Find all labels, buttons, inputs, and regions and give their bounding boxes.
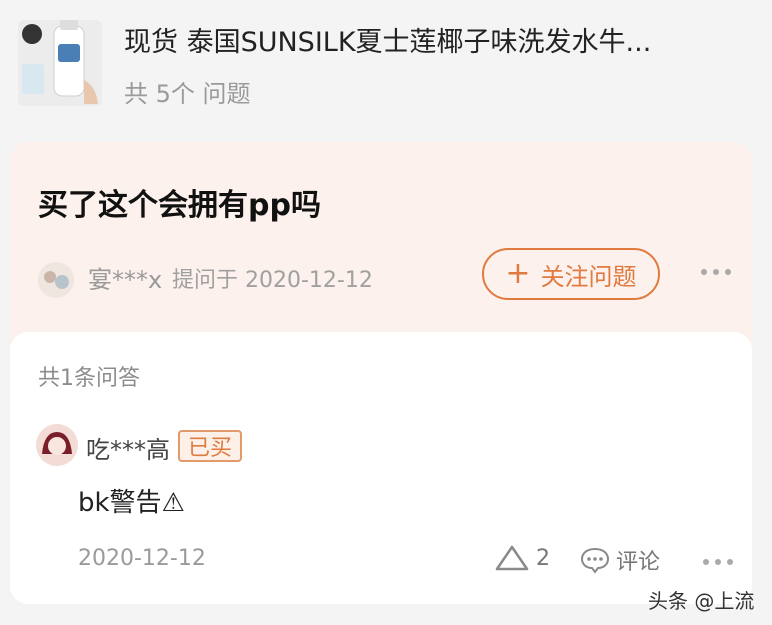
comment-bubble-icon — [580, 547, 610, 574]
product-thumbnail[interactable] — [18, 20, 102, 106]
product-header[interactable]: 现货 泰国SUNSILK夏士莲椰子味洗发水牛... 共 5个 问题 — [0, 0, 772, 140]
answerer-name[interactable]: 吃***高 — [86, 430, 170, 465]
follow-question-button[interactable]: + 关注问题 — [482, 248, 660, 300]
question-card: 买了这个会拥有pp吗 宴***x 提问于 2020-12-12 + 关注问题 — [10, 142, 752, 362]
like-count: 2 — [536, 545, 550, 571]
more-dots-icon[interactable] — [698, 262, 734, 282]
answer-count: 共1条问答 — [38, 366, 140, 391]
plus-icon: + — [505, 256, 531, 291]
product-thumbnail-icon — [18, 20, 102, 106]
answers-card: 共1条问答 吃***高 已买 bk警告⚠ 2020-12-12 2 评论 — [10, 332, 752, 604]
follow-label: 关注问题 — [540, 262, 637, 291]
asked-date: 提问于 2020-12-12 — [172, 268, 373, 293]
comment-label: 评论 — [616, 550, 661, 575]
question-count: 共 5个 问题 — [124, 80, 251, 108]
like-button[interactable]: 2 — [494, 544, 550, 572]
watermark-text: 头条 @上流 — [648, 589, 755, 613]
answerer-avatar[interactable] — [36, 424, 78, 466]
product-title[interactable]: 现货 泰国SUNSILK夏士莲椰子味洗发水牛... — [124, 20, 754, 59]
answer-content: bk警告⚠ — [78, 488, 185, 518]
asker-name[interactable]: 宴***x — [88, 260, 162, 295]
comment-button[interactable]: 评论 — [580, 544, 660, 576]
question-title: 买了这个会拥有pp吗 — [38, 188, 321, 223]
purchased-badge: 已买 — [178, 430, 243, 462]
more-dots-icon[interactable] — [700, 552, 736, 572]
asker-avatar[interactable] — [38, 262, 74, 298]
answer-date: 2020-12-12 — [78, 546, 206, 571]
triangle-like-icon — [495, 545, 529, 571]
